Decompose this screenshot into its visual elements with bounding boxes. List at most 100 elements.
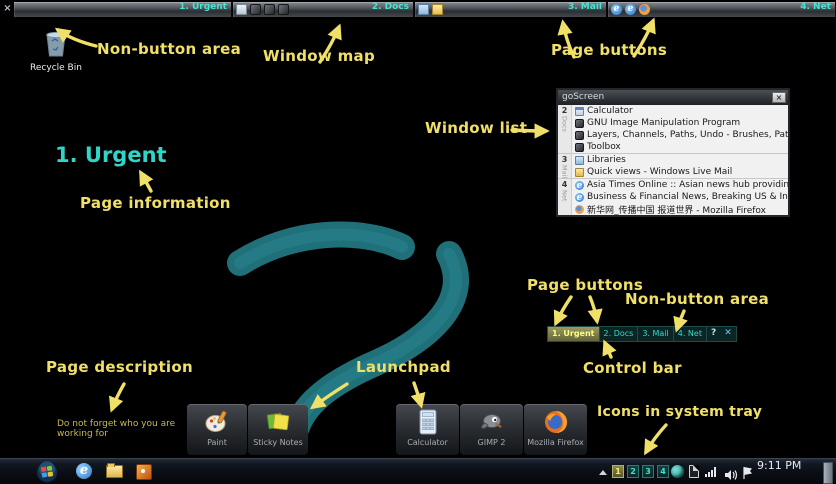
window-list-item[interactable]: Layers, Channels, Paths, Undo - Brushes,… (572, 129, 788, 141)
tray-page-3[interactable]: 3 (642, 465, 654, 478)
gimp-icon (575, 118, 584, 128)
control-bar-close-button[interactable]: ✕ (720, 327, 736, 341)
page-button-urgent[interactable]: 1. Urgent (548, 327, 600, 341)
annotation-control-bar: Control bar (583, 359, 682, 377)
launchpad-tile-gimp[interactable]: GIMP 2 (460, 404, 523, 455)
windows-logo-icon (36, 461, 58, 483)
window-map-page-label: 3. Mail (567, 2, 602, 12)
recycle-bin-icon (46, 31, 66, 57)
group-header: 4 Net (558, 179, 572, 216)
group-header: 3 Mail (558, 154, 572, 179)
group-page-name: Net (560, 190, 569, 202)
launchpad-tile-calculator[interactable]: Calculator (396, 404, 459, 455)
page-button-docs[interactable]: 2. Docs (600, 327, 639, 341)
network-icon[interactable] (705, 467, 719, 477)
window-list-item[interactable]: GNU Image Manipulation Program (572, 117, 788, 129)
window-map-page-urgent[interactable]: 1. Urgent (14, 2, 232, 17)
window-list-close-button[interactable]: × (772, 92, 786, 103)
window-map-page-label: 1. Urgent (179, 2, 227, 12)
help-button[interactable]: ? (707, 327, 720, 341)
action-center-flag-icon[interactable] (742, 465, 753, 484)
launchpad-tile-sticky-notes[interactable]: Sticky Notes (248, 404, 308, 455)
tray-page-2[interactable]: 2 (627, 465, 639, 478)
gimp-icon (575, 130, 584, 140)
launchpad-tile-label: Sticky Notes (253, 438, 303, 447)
app-taskbar-icon[interactable] (136, 464, 152, 480)
window-list-item[interactable]: Libraries (572, 154, 788, 166)
recycle-bin[interactable]: Recycle Bin (28, 28, 84, 73)
annotation-page-buttons-top: Page buttons (551, 41, 668, 59)
launchpad-tile-firefox[interactable]: Mozilla Firefox (524, 404, 587, 455)
firefox-icon (544, 411, 567, 433)
gimp-icon[interactable] (278, 4, 289, 15)
window-map-close-button[interactable]: × (2, 2, 13, 17)
window-map-page-mail[interactable]: 3. Mail (415, 2, 607, 17)
window-map-page-docs[interactable]: 2. Docs (233, 2, 414, 17)
mail-folder-icon (575, 167, 584, 177)
window-map-docs-icons (236, 4, 289, 15)
window-list-item[interactable]: Toolbox (572, 141, 788, 153)
window-list-item[interactable]: Quick views - Windows Live Mail (572, 166, 788, 178)
window-list-group-net: 4 Net Asia Times Online :: Asian news hu… (558, 179, 788, 216)
ie-icon[interactable] (611, 4, 622, 15)
launchpad-group-1: Paint Sticky Notes (187, 404, 308, 455)
annotation-page-information: Page information (80, 194, 231, 212)
clipboard-tray-icon[interactable] (689, 465, 699, 478)
tray-page-1[interactable]: 1 (612, 465, 624, 478)
annotation-window-map: Window map (263, 47, 375, 65)
tray-expand-icon[interactable] (599, 470, 607, 475)
window-map-page-label: 4. Net (800, 2, 831, 12)
ie-taskbar-icon[interactable] (76, 463, 92, 479)
window-map-page-label: 2. Docs (371, 2, 409, 12)
group-number: 2 (561, 106, 568, 115)
ie-icon (575, 192, 584, 202)
window-list-group-docs: 2 Docs Calculator GNU Image Manipulation… (558, 105, 788, 154)
calculator-icon (575, 106, 584, 116)
page-information-text: 1. Urgent (55, 143, 167, 167)
window-list-titlebar: goScreen × (558, 90, 788, 105)
group-page-name: Mail (560, 165, 569, 179)
window-map: × 1. Urgent 2. Docs 3. Mail e e 4. Net (0, 2, 836, 17)
annotation-non-button-area-mid: Non-button area (625, 290, 770, 308)
clock[interactable]: 9:11 PM (757, 459, 801, 484)
gimp-icon (575, 142, 584, 152)
window-map-net-icons (611, 4, 650, 15)
folder-icon[interactable] (432, 4, 443, 15)
document-icon[interactable] (236, 4, 247, 15)
firefox-icon (575, 204, 584, 214)
firefox-icon[interactable] (639, 4, 650, 15)
annotation-launchpad: Launchpad (356, 358, 451, 376)
window-list-group-mail: 3 Mail Libraries Quick views - Windows L… (558, 154, 788, 180)
launchpad-tile-label: Calculator (407, 438, 448, 447)
window-list-item[interactable]: 新华网_传播中国 报道世界 - Mozilla Firefox (572, 203, 788, 216)
annotation-window-list: Window list (425, 119, 528, 137)
page-button-net[interactable]: 4. Net (674, 327, 707, 341)
group-number: 3 (561, 155, 568, 164)
window-map-mail-icons (418, 4, 443, 15)
explorer-taskbar-icon[interactable] (106, 463, 123, 478)
volume-icon[interactable] (724, 466, 738, 484)
sticky-notes-icon (266, 412, 290, 431)
launchpad-tile-paint[interactable]: Paint (187, 404, 247, 455)
gimp-icon[interactable] (264, 4, 275, 15)
annotation-icons-in-system-tray: Icons in system tray (597, 404, 763, 420)
goscreen-tray-icon[interactable] (671, 465, 684, 478)
ie-icon[interactable] (625, 4, 636, 15)
launchpad-tile-label: Mozilla Firefox (527, 438, 584, 447)
gimp-icon (480, 414, 502, 429)
gimp-icon[interactable] (250, 4, 261, 15)
window-list-item[interactable]: Calculator (572, 105, 788, 117)
control-bar: 1. Urgent 2. Docs 3. Mail 4. Net ? ✕ (547, 326, 737, 342)
show-desktop-button[interactable] (823, 462, 833, 484)
tray-page-4[interactable]: 4 (657, 465, 669, 478)
recycle-bin-label: Recycle Bin (30, 63, 82, 73)
libraries-icon[interactable] (418, 4, 429, 15)
window-map-page-net[interactable]: 4. Net (608, 2, 836, 17)
ie-icon (575, 180, 584, 190)
group-number: 4 (561, 180, 568, 190)
page-button-mail[interactable]: 3. Mail (638, 327, 674, 341)
launchpad-group-2: Calculator GIMP 2 Mozilla Firefox (396, 404, 587, 455)
start-button[interactable] (36, 461, 58, 484)
window-list-item[interactable]: Business & Financial News, Breaking US &… (572, 191, 788, 203)
window-list-item[interactable]: Asia Times Online :: Asian news hub prov… (572, 179, 788, 191)
